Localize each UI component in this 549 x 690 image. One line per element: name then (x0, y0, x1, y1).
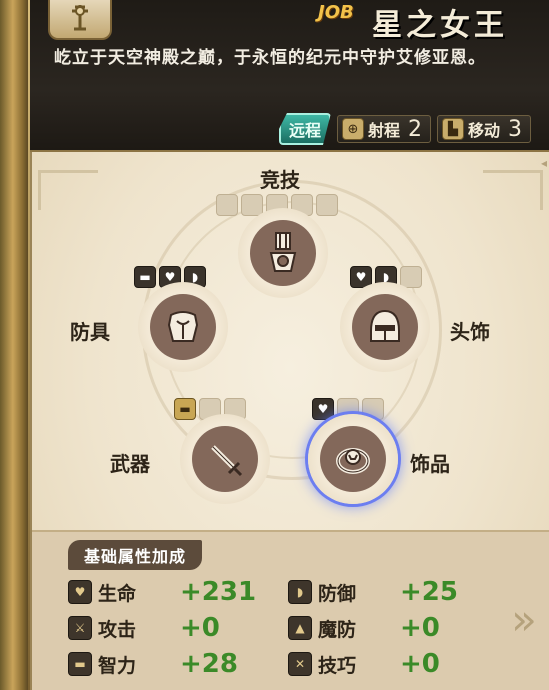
move-label: 移动 (467, 121, 500, 140)
bonus-value: +0 (400, 649, 440, 679)
bonus-label: 魔防 (318, 618, 357, 641)
bonus-label: 攻击 (98, 618, 137, 641)
head-slot[interactable] (340, 282, 430, 372)
bonus-int: ▬ 智力 +28 (68, 649, 288, 679)
requirement-empty (316, 194, 338, 216)
skill-icon: ✕ (288, 652, 312, 676)
job-tag: JOB (318, 2, 354, 23)
bonus-value: +25 (400, 577, 458, 607)
bonus-value: +231 (180, 577, 257, 607)
frame-corner (483, 170, 543, 210)
shield-icon: ◗ (288, 580, 312, 604)
sword-icon: ⚔ (68, 616, 92, 640)
arena-slot[interactable] (238, 208, 328, 298)
bonus-value: +0 (180, 613, 220, 643)
frame-corner (38, 170, 98, 210)
accessory-slot[interactable] (308, 414, 398, 504)
job-header: JOB 星之女王 屹立于天空神殿之巅，于永恒的纪元中守护艾修亚恩。 远程 ⊕ 射… (30, 0, 549, 152)
heart-icon: ♥ (68, 580, 92, 604)
armor-icon (150, 294, 216, 360)
side-chevron-icon[interactable]: ◂ (541, 156, 549, 170)
move-stat: ▙ 移动 3 (436, 115, 531, 143)
bonus-grid: ♥ 生命 +231 ◗ 防御 +25 ⚔ 攻击 +0 ▲ 魔防 +0 ▬ 智力 … (68, 574, 508, 682)
heart-icon: ♥ (312, 398, 334, 420)
bonus-title: 基础属性加成 (68, 540, 203, 570)
equipment-panel: 竞技 ▬ ♥ ◗ 防具 ♥ ◗ 头饰 ▬ 武器 ♥ 饰品 基础属性加成 ♥ 生命… (30, 152, 549, 690)
book-icon: ▬ (174, 398, 196, 420)
bonus-value: +28 (180, 649, 238, 679)
move-value: 3 (508, 116, 522, 142)
armor-slot[interactable] (138, 282, 228, 372)
crosshair-icon: ⊕ (341, 118, 364, 140)
class-emblem-icon (48, 0, 112, 40)
bonus-mdef: ▲ 魔防 +0 (288, 613, 508, 643)
weapon-slot-label: 武器 (110, 452, 150, 476)
bonus-hp: ♥ 生命 +231 (68, 577, 288, 607)
bonus-label: 技巧 (318, 654, 357, 677)
requirement-empty (241, 194, 263, 216)
left-decorative-strip (0, 0, 32, 690)
armor-slot-label: 防具 (70, 320, 110, 344)
bonus-row: ⚔ 攻击 +0 ▲ 魔防 +0 (68, 610, 508, 646)
book-icon: ▬ (68, 652, 92, 676)
magic-hat-icon: ▲ (288, 616, 312, 640)
accessory-slot-label: 饰品 (410, 452, 450, 476)
bonus-value: +0 (400, 613, 440, 643)
bonus-label: 生命 (98, 582, 137, 605)
job-name: 星之女王 (372, 8, 508, 43)
bonus-row: ▬ 智力 +28 ✕ 技巧 +0 (68, 646, 508, 682)
movement-stats: 远程 ⊕ 射程 2 ▙ 移动 3 (279, 114, 531, 144)
bonus-label: 智力 (98, 654, 137, 677)
boot-icon: ▙ (441, 118, 464, 140)
range-value: 2 (407, 116, 422, 142)
book-icon: ▬ (134, 266, 156, 288)
range-stat: ⊕ 射程 2 (336, 115, 431, 143)
helmet-icon (352, 294, 418, 360)
head-slot-label: 头饰 (450, 320, 490, 344)
weapon-slot[interactable] (180, 414, 270, 504)
requirement-empty (400, 266, 422, 288)
arena-slot-label: 竞技 (260, 168, 300, 192)
sword-icon (192, 426, 258, 492)
range-type-badge: 远程 (279, 113, 331, 145)
job-description: 屹立于天空神殿之巅，于永恒的纪元中守护艾修亚恩。 (54, 48, 486, 68)
bonus-skill: ✕ 技巧 +0 (288, 649, 508, 679)
next-page-arrow-icon[interactable]: » (507, 596, 541, 644)
bonus-atk: ⚔ 攻击 +0 (68, 613, 288, 643)
medal-icon (250, 220, 316, 286)
ring-icon (320, 426, 386, 492)
requirement-empty (216, 194, 238, 216)
range-label: 射程 (367, 121, 400, 140)
bonus-label: 防御 (318, 582, 357, 605)
bonus-row: ♥ 生命 +231 ◗ 防御 +25 (68, 574, 508, 610)
bonus-def: ◗ 防御 +25 (288, 577, 508, 607)
base-stat-bonus-panel: 基础属性加成 ♥ 生命 +231 ◗ 防御 +25 ⚔ 攻击 +0 ▲ 魔防 +… (32, 530, 549, 690)
